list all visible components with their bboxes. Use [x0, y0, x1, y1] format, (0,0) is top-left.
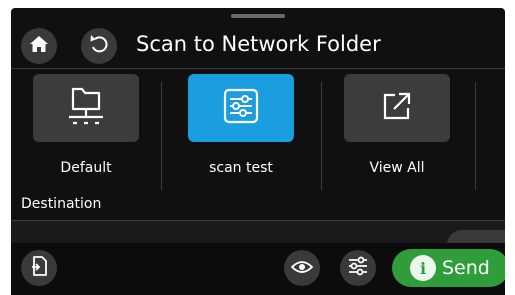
- home-icon: [29, 34, 49, 58]
- header: Scan to Network Folder: [11, 22, 505, 72]
- swipe-handle[interactable]: [231, 14, 285, 18]
- tile-default[interactable]: Default: [11, 70, 161, 190]
- tile-separator: [161, 82, 162, 190]
- tile-view-all-label: View All: [369, 160, 425, 176]
- back-button[interactable]: [81, 28, 117, 64]
- send-button[interactable]: i Send: [392, 249, 505, 287]
- network-folder-icon: [63, 85, 109, 131]
- sliders-icon: [347, 256, 369, 280]
- info-icon[interactable]: i: [410, 255, 436, 281]
- header-divider: [11, 68, 505, 69]
- quick-sets: Default scan test View All: [11, 70, 505, 190]
- tile-scan-test-icon-box[interactable]: [188, 74, 294, 142]
- document-scan-icon: [29, 255, 49, 281]
- preview-button[interactable]: [284, 250, 320, 286]
- settings-sliders-icon: [221, 86, 261, 130]
- bottom-action-bar: i Send: [11, 243, 505, 295]
- tile-default-icon-box[interactable]: [33, 74, 139, 142]
- tile-separator: [475, 82, 476, 190]
- tile-scan-test[interactable]: scan test: [166, 70, 316, 190]
- tile-view-all-icon-box[interactable]: [344, 74, 450, 142]
- tile-scan-test-label: scan test: [209, 160, 273, 176]
- tile-view-all[interactable]: View All: [322, 70, 472, 190]
- home-button[interactable]: [21, 28, 57, 64]
- destination-heading: Destination: [21, 196, 102, 212]
- eye-icon: [290, 259, 314, 278]
- open-external-icon: [380, 89, 414, 127]
- back-icon: [88, 33, 110, 59]
- tile-default-label: Default: [60, 160, 112, 176]
- send-button-label: Send: [442, 257, 490, 279]
- printer-screen: Scan to Network Folder Default scan test…: [11, 8, 505, 295]
- destination-row[interactable]: [11, 221, 505, 243]
- scan-document-button[interactable]: [21, 250, 57, 286]
- options-button[interactable]: [340, 250, 376, 286]
- page-title: Scan to Network Folder: [136, 32, 381, 56]
